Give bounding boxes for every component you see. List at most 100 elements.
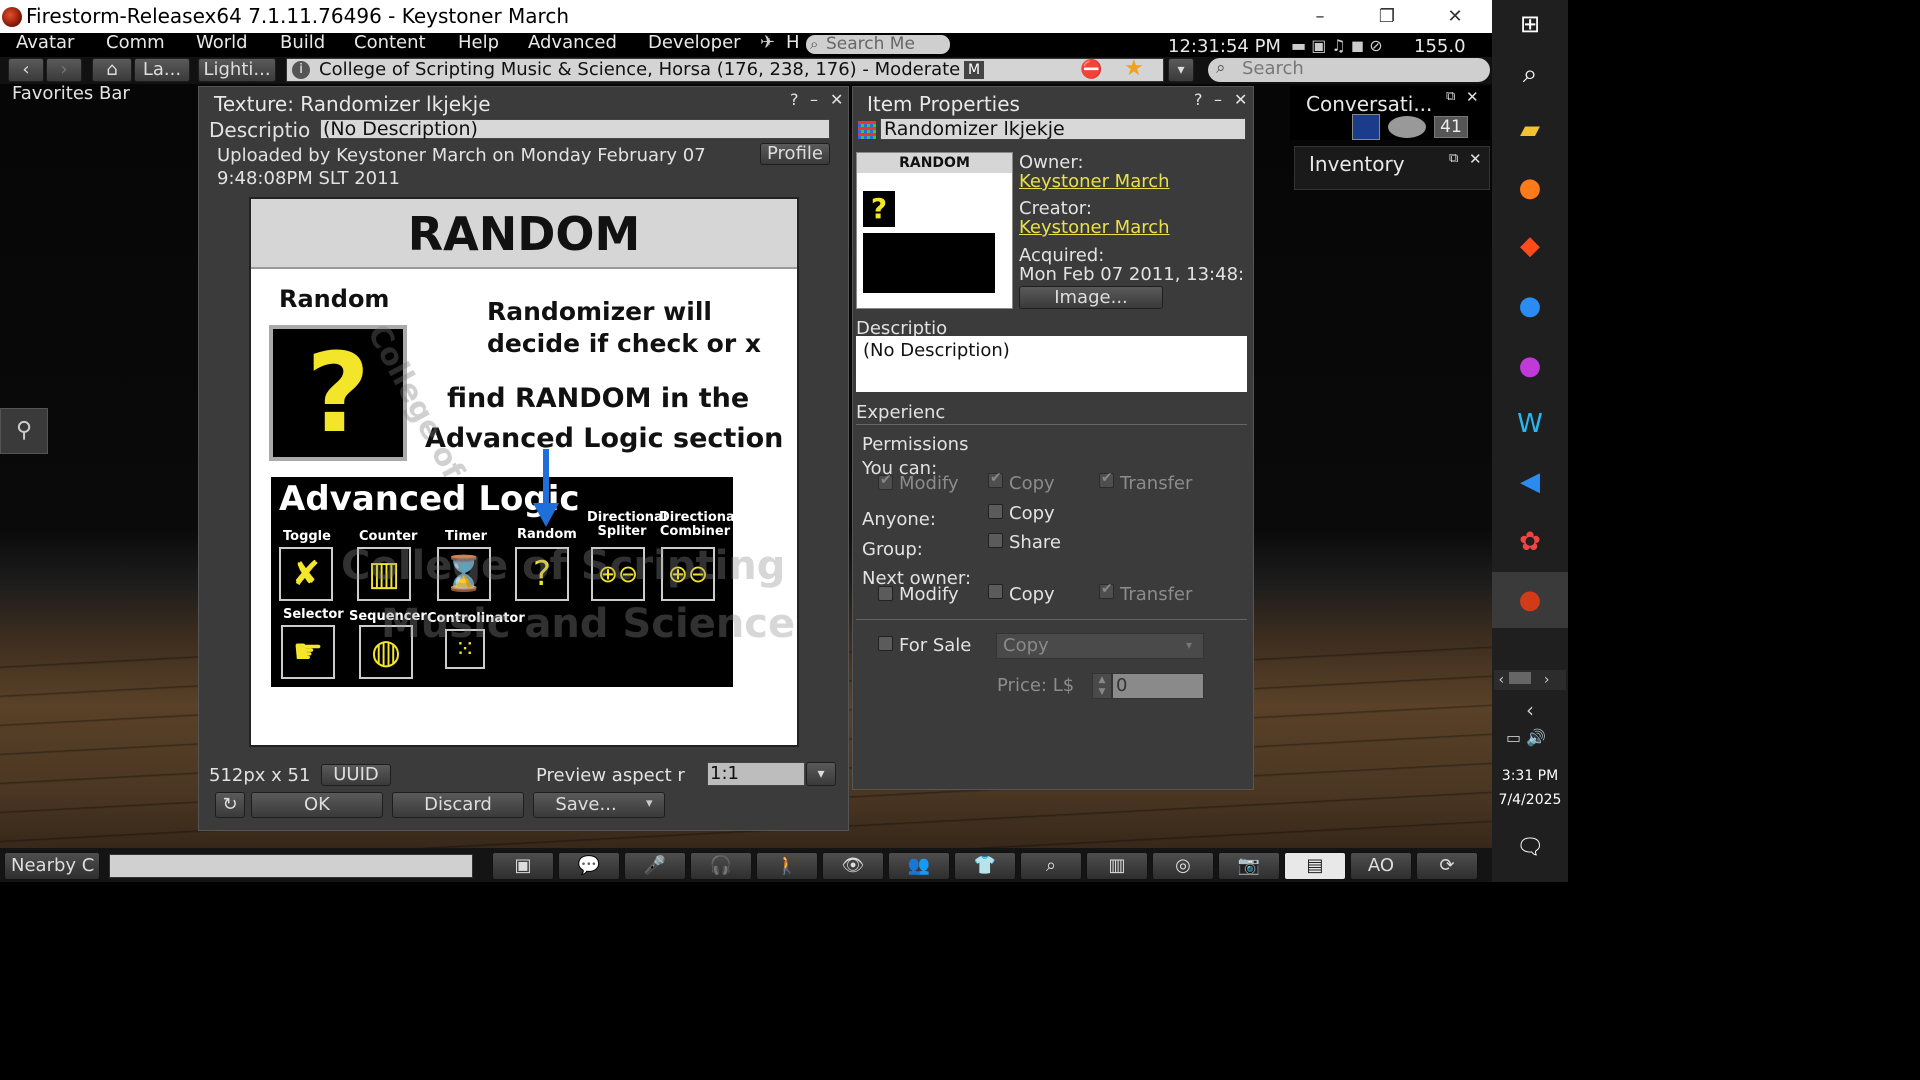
file-explorer-icon[interactable]: ▰ [1514, 114, 1546, 146]
next-modify-checkbox[interactable] [878, 586, 893, 601]
location-input[interactable]: College of Scripting Music & Science, Ho… [286, 58, 1164, 82]
conversations-close-icon[interactable]: ✕ [1466, 88, 1479, 106]
chat-bubble-icon[interactable] [1388, 116, 1426, 138]
item-close-icon[interactable]: ✕ [1234, 90, 1247, 109]
price-input[interactable]: 0 [1112, 673, 1204, 699]
item-help-icon[interactable]: ? [1194, 90, 1203, 109]
texture-help-icon[interactable]: ? [790, 90, 799, 109]
anyone-copy-checkbox[interactable] [988, 504, 1003, 519]
uuid-button[interactable]: UUID [321, 764, 391, 786]
menu-h[interactable]: H [786, 33, 800, 53]
refresh-icon[interactable]: ↻ [215, 792, 245, 818]
people-icon[interactable]: 👥 [888, 852, 950, 880]
taskbar-search-icon[interactable]: ⌕ [1514, 58, 1546, 90]
you-transfer-checkbox[interactable] [1099, 470, 1114, 488]
conversations-title[interactable]: Conversati... [1306, 92, 1432, 116]
vscode-icon[interactable]: ◀ [1514, 466, 1546, 498]
tor-browser-icon[interactable]: ● [1514, 350, 1546, 382]
menu-world[interactable]: World [196, 33, 248, 53]
aspect-dropdown-icon[interactable]: ▾ [806, 762, 836, 786]
you-copy-checkbox[interactable] [988, 470, 1003, 488]
group-share-checkbox[interactable] [988, 533, 1003, 548]
texture-minimize-icon[interactable]: – [810, 90, 818, 109]
headphones-icon[interactable]: 🎧 [690, 852, 752, 880]
forward-button[interactable]: › [46, 58, 82, 82]
ok-button[interactable]: OK [251, 792, 383, 818]
item-minimize-icon[interactable]: – [1214, 90, 1222, 109]
price-stepper-icon[interactable]: ▲ ▼ [1092, 673, 1112, 699]
quickprefs-icon[interactable]: ⟳ [1416, 852, 1478, 880]
home-icon[interactable]: ⌂ [92, 58, 132, 82]
profile-button[interactable]: Profile [760, 143, 830, 165]
conversations-undock-icon[interactable]: ⧉ [1446, 89, 1455, 104]
menu-developer[interactable]: Developer [648, 33, 741, 53]
location-dropdown-icon[interactable]: ▾ [1168, 58, 1194, 82]
item-desc-textarea[interactable]: (No Description) [856, 336, 1247, 392]
landmarks-button[interactable]: La... [134, 58, 190, 82]
owner-link[interactable]: Keystoner March [1019, 171, 1170, 192]
inventory-title[interactable]: Inventory [1309, 152, 1405, 176]
menu-build[interactable]: Build [280, 33, 325, 53]
search-toolbar-icon[interactable]: ⌕ [1020, 852, 1082, 880]
network-volume-icons[interactable]: ▭ 🔊 [1502, 722, 1550, 754]
camera-view-icon[interactable]: 👁 [822, 852, 884, 880]
back-button[interactable]: ‹ [8, 58, 44, 82]
chat-input[interactable] [109, 854, 473, 878]
favorites-bar[interactable]: Favorites Bar [12, 83, 130, 104]
search-menu-input[interactable]: Search Me [806, 35, 950, 54]
menu-comm[interactable]: Comm [106, 33, 165, 53]
balance-text[interactable]: 155.0 [1414, 37, 1466, 57]
firestorm-taskbar-icon[interactable]: ● [1514, 584, 1546, 616]
map-icon[interactable]: ▥ [1086, 852, 1148, 880]
nearby-chat-button[interactable]: Nearby C [4, 852, 100, 880]
firefox-icon[interactable]: ● [1514, 172, 1546, 204]
menu-avatar[interactable]: Avatar [16, 33, 74, 53]
you-modify-checkbox[interactable] [878, 472, 893, 490]
next-transfer-checkbox[interactable] [1099, 581, 1114, 599]
chat-toolbar-icon[interactable]: 💬 [558, 852, 620, 880]
taskbar-time[interactable]: 3:31 PM [1492, 768, 1568, 784]
menu-help[interactable]: Help [458, 33, 499, 53]
help-toolbar-icon[interactable]: ▣ [492, 852, 554, 880]
status-icons[interactable]: ▬ ▣ ♫ ◼ ⊘ [1291, 36, 1383, 56]
texture-desc-input[interactable]: (No Description) [320, 119, 830, 139]
preview-aspect-select[interactable]: 1:1 [707, 762, 805, 786]
discard-button[interactable]: Discard [392, 792, 524, 818]
inventory-close-icon[interactable]: ✕ [1469, 150, 1482, 168]
taskbar-date[interactable]: 7/4/2025 [1492, 792, 1568, 808]
item-thumbnail[interactable]: RANDOM ? [856, 152, 1013, 309]
appearance-icon[interactable]: 👕 [954, 852, 1016, 880]
item-name-input[interactable]: Randomizer lkjekje [880, 118, 1246, 140]
creator-link[interactable]: Keystoner March [1019, 217, 1170, 238]
voice-microphone-icon[interactable]: 🎤 [624, 852, 686, 880]
inventory-toolbar-icon[interactable]: ▤ [1284, 852, 1346, 880]
map-pin-icon[interactable]: ⚲ [0, 408, 48, 454]
teleport-icon[interactable]: ✈ [760, 33, 775, 53]
save-dropdown-icon[interactable]: ▾ [646, 796, 653, 811]
walk-icon[interactable]: 🚶 [756, 852, 818, 880]
menu-content[interactable]: Content [354, 33, 426, 53]
notification-icon[interactable]: 🗨 [1514, 832, 1546, 864]
windsurf-icon[interactable]: W [1514, 408, 1546, 440]
search-input[interactable]: Search [1208, 58, 1490, 82]
ao-button[interactable]: AO [1350, 852, 1412, 880]
info-icon[interactable]: i [292, 61, 310, 79]
conversation-thumbnail[interactable] [1352, 114, 1380, 140]
windows-start-icon[interactable]: ⊞ [1514, 8, 1546, 40]
texture-close-icon[interactable]: ✕ [830, 90, 843, 109]
brave-icon[interactable]: ◆ [1514, 230, 1546, 262]
maximize-button[interactable]: ❐ [1354, 0, 1420, 33]
app-icon[interactable]: ✿ [1514, 526, 1546, 558]
favorite-star-icon[interactable]: ★ [1124, 56, 1144, 81]
minimap-icon[interactable]: ◎ [1152, 852, 1214, 880]
conversation-count-badge[interactable]: 41 [1434, 116, 1468, 138]
inventory-undock-icon[interactable]: ⧉ [1449, 151, 1458, 166]
sale-type-dropdown-icon[interactable]: ▾ [1186, 638, 1192, 652]
snapshot-icon[interactable]: 📷 [1218, 852, 1280, 880]
lighting-button[interactable]: Lighti... [198, 58, 276, 82]
menu-advanced[interactable]: Advanced [528, 33, 617, 53]
image-button[interactable]: Image... [1019, 286, 1163, 309]
close-button[interactable]: ✕ [1422, 0, 1488, 33]
taskbar-scroll[interactable]: ‹ › [1494, 670, 1566, 690]
next-copy-checkbox[interactable] [988, 584, 1003, 599]
